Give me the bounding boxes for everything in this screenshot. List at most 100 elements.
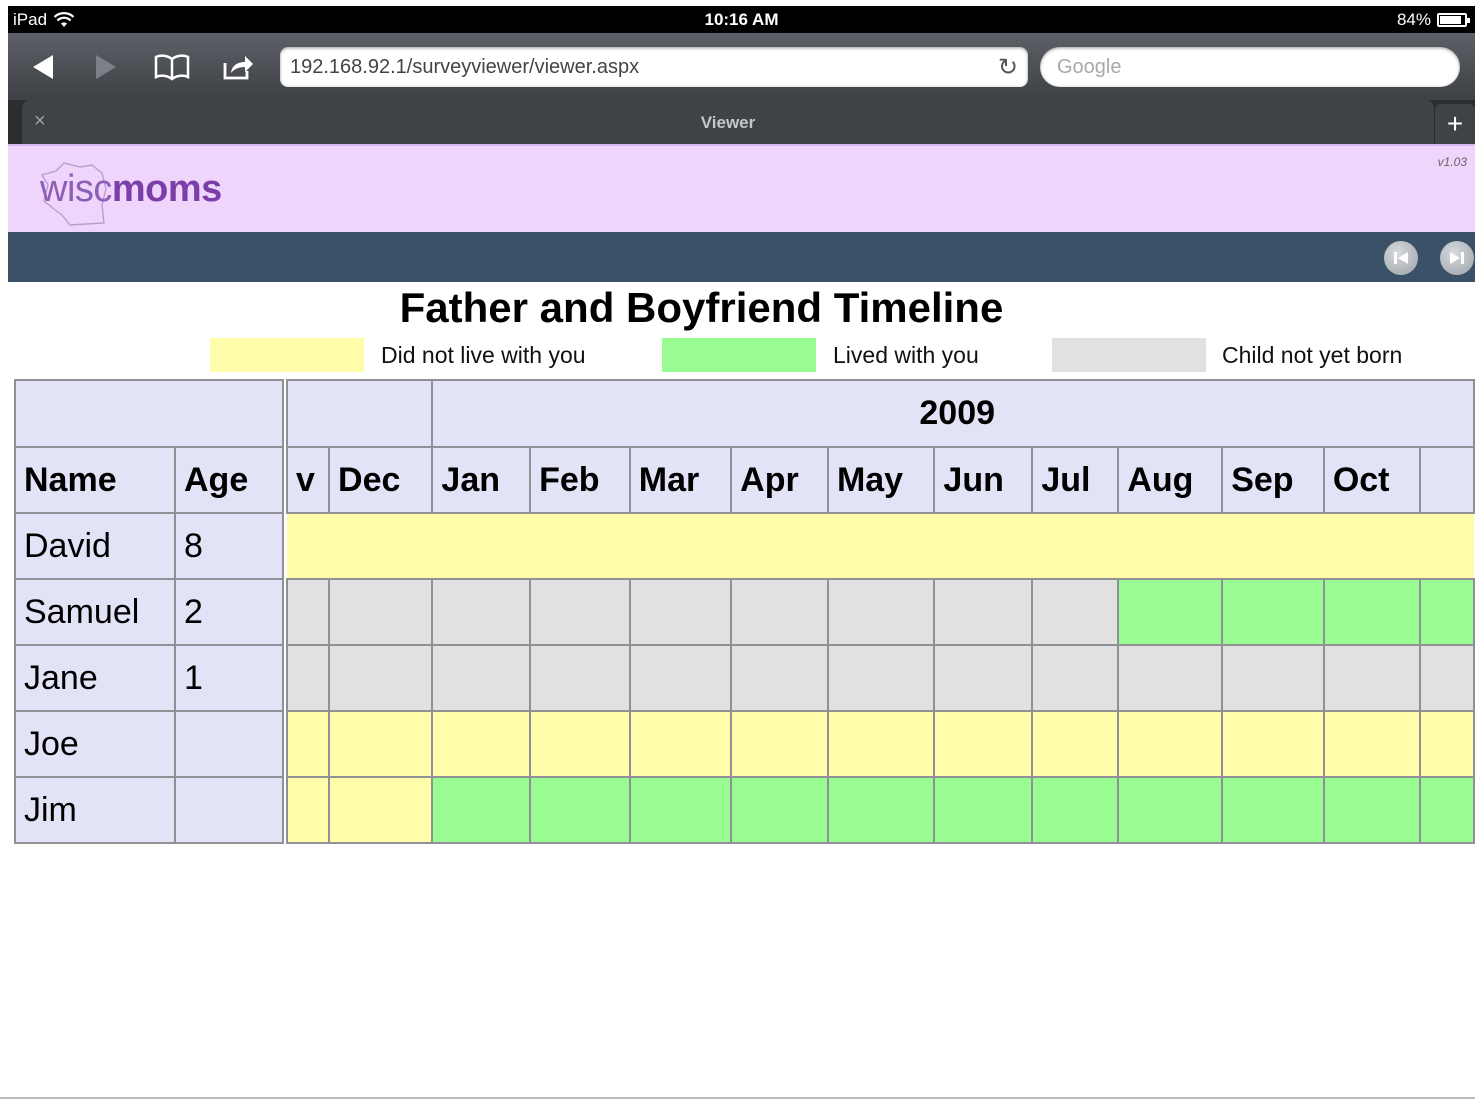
timeline-cell[interactable] xyxy=(286,776,331,844)
next-page-button[interactable] xyxy=(1440,241,1474,275)
page-bottom-border xyxy=(0,1097,1475,1099)
forward-arrow-icon xyxy=(96,55,116,79)
names-corner-cell xyxy=(14,379,284,448)
timeline-cell[interactable] xyxy=(628,776,733,844)
skip-forward-icon xyxy=(1450,252,1464,264)
timeline-cell[interactable] xyxy=(933,578,1034,646)
timeline-cell[interactable] xyxy=(529,578,631,646)
timeline-cell[interactable] xyxy=(1031,710,1120,778)
timeline-cell[interactable] xyxy=(1117,644,1224,712)
person-name: Joe xyxy=(14,710,176,778)
timeline-cell[interactable] xyxy=(328,578,434,646)
timeline-cell[interactable] xyxy=(1221,578,1325,646)
book-icon xyxy=(154,54,190,81)
ipad-screen: iPad 10:16 AM 84% 192.168.92.1/surveyvie… xyxy=(8,6,1475,1098)
timeline-cell[interactable] xyxy=(1322,578,1422,646)
timeline-cell[interactable] xyxy=(286,710,331,778)
timeline-cell[interactable] xyxy=(1221,644,1325,712)
timeline-cell[interactable] xyxy=(1322,644,1422,712)
timeline-cell[interactable] xyxy=(286,578,331,646)
timeline-cell[interactable] xyxy=(730,578,829,646)
timeline-cell[interactable] xyxy=(1221,776,1325,844)
month-header: May xyxy=(826,446,936,514)
timeline-cell[interactable] xyxy=(628,644,733,712)
forward-button[interactable] xyxy=(86,49,126,85)
reload-icon[interactable]: ↻ xyxy=(998,53,1018,82)
timeline-cell[interactable] xyxy=(431,710,532,778)
logo-part-wisc: wisc xyxy=(40,168,112,210)
timeline-cell[interactable] xyxy=(933,644,1034,712)
timeline-cell[interactable] xyxy=(933,710,1034,778)
timeline-cell[interactable] xyxy=(826,578,936,646)
timeline-cell[interactable] xyxy=(1031,776,1120,844)
timeline-cell[interactable] xyxy=(328,644,434,712)
timeline-cell[interactable] xyxy=(1419,710,1475,778)
timeline-cell[interactable] xyxy=(1031,578,1120,646)
timeline-cell[interactable] xyxy=(529,776,631,844)
timeline-cell[interactable] xyxy=(1221,710,1325,778)
age-column-header: Age xyxy=(174,446,284,514)
search-placeholder: Google xyxy=(1057,56,1122,78)
month-header: Oct xyxy=(1322,446,1422,514)
timeline-cell[interactable] xyxy=(628,710,733,778)
timeline-cell[interactable] xyxy=(730,710,829,778)
month-header: v xyxy=(286,446,331,514)
search-input[interactable]: Google xyxy=(1040,47,1460,87)
app-header: wiscmoms v1.03 xyxy=(8,144,1475,232)
tab-viewer[interactable]: × Viewer xyxy=(22,100,1434,144)
person-age: 8 xyxy=(174,512,284,580)
new-tab-button[interactable]: + xyxy=(1435,104,1475,144)
back-arrow-icon xyxy=(33,55,53,79)
person-age xyxy=(174,710,284,778)
name-column-header: Name xyxy=(14,446,176,514)
share-icon xyxy=(223,56,253,80)
share-button[interactable] xyxy=(218,49,258,85)
timeline-cell[interactable] xyxy=(826,776,936,844)
timeline-scroll-area[interactable]: 2009 v Dec Jan Feb Mar Apr May Jun Jul A… xyxy=(286,379,1475,849)
timeline-cell[interactable] xyxy=(431,776,532,844)
year-row: 2009 xyxy=(286,379,1475,448)
previous-page-button[interactable] xyxy=(1384,241,1418,275)
month-header-cut xyxy=(1419,446,1475,514)
month-header: Jan xyxy=(431,446,532,514)
timeline-cell[interactable] xyxy=(1117,776,1224,844)
timeline-cell[interactable] xyxy=(1031,644,1120,712)
timeline-cell[interactable] xyxy=(286,644,331,712)
address-bar[interactable]: 192.168.92.1/surveyviewer/viewer.aspx ↻ xyxy=(280,47,1028,87)
timeline-cell[interactable] xyxy=(1117,710,1224,778)
timeline-row-david xyxy=(287,512,1474,580)
timeline-cell[interactable] xyxy=(730,776,829,844)
timeline-cell[interactable] xyxy=(1419,776,1475,844)
timeline-cell[interactable] xyxy=(1322,710,1422,778)
person-name: David xyxy=(14,512,176,580)
timeline-cell[interactable] xyxy=(628,578,733,646)
timeline-cell[interactable] xyxy=(328,710,434,778)
timeline-cell[interactable] xyxy=(529,644,631,712)
month-header: Mar xyxy=(628,446,733,514)
back-button[interactable] xyxy=(23,49,63,85)
month-header: Jul xyxy=(1031,446,1120,514)
timeline-cell[interactable] xyxy=(933,776,1034,844)
timeline-cell[interactable] xyxy=(529,710,631,778)
timeline-cell[interactable] xyxy=(431,644,532,712)
timeline-cell[interactable] xyxy=(730,644,829,712)
timeline-cell[interactable] xyxy=(826,710,936,778)
bookmarks-button[interactable] xyxy=(152,49,192,85)
timeline-cell[interactable] xyxy=(1117,578,1224,646)
legend-label-lived-with: Lived with you xyxy=(833,342,979,368)
year-label: 2009 xyxy=(431,379,1475,448)
timeline-cell[interactable] xyxy=(287,512,1474,580)
timeline-cell[interactable] xyxy=(1322,776,1422,844)
timeline-table: 2009 v Dec Jan Feb Mar Apr May Jun Jul A… xyxy=(286,379,1475,844)
month-header: Feb xyxy=(529,446,631,514)
table-row: Jane 1 xyxy=(14,644,284,712)
timeline-row-joe xyxy=(286,710,1475,778)
battery-icon xyxy=(1437,13,1470,27)
timeline-cell[interactable] xyxy=(431,578,532,646)
names-table: Name Age David 8 Samuel 2 Jane 1 Joe Jim xyxy=(14,379,284,844)
timeline-cell[interactable] xyxy=(328,776,434,844)
timeline-cell[interactable] xyxy=(1419,644,1475,712)
table-row: Joe xyxy=(14,710,284,778)
timeline-cell[interactable] xyxy=(826,644,936,712)
timeline-cell[interactable] xyxy=(1419,578,1475,646)
